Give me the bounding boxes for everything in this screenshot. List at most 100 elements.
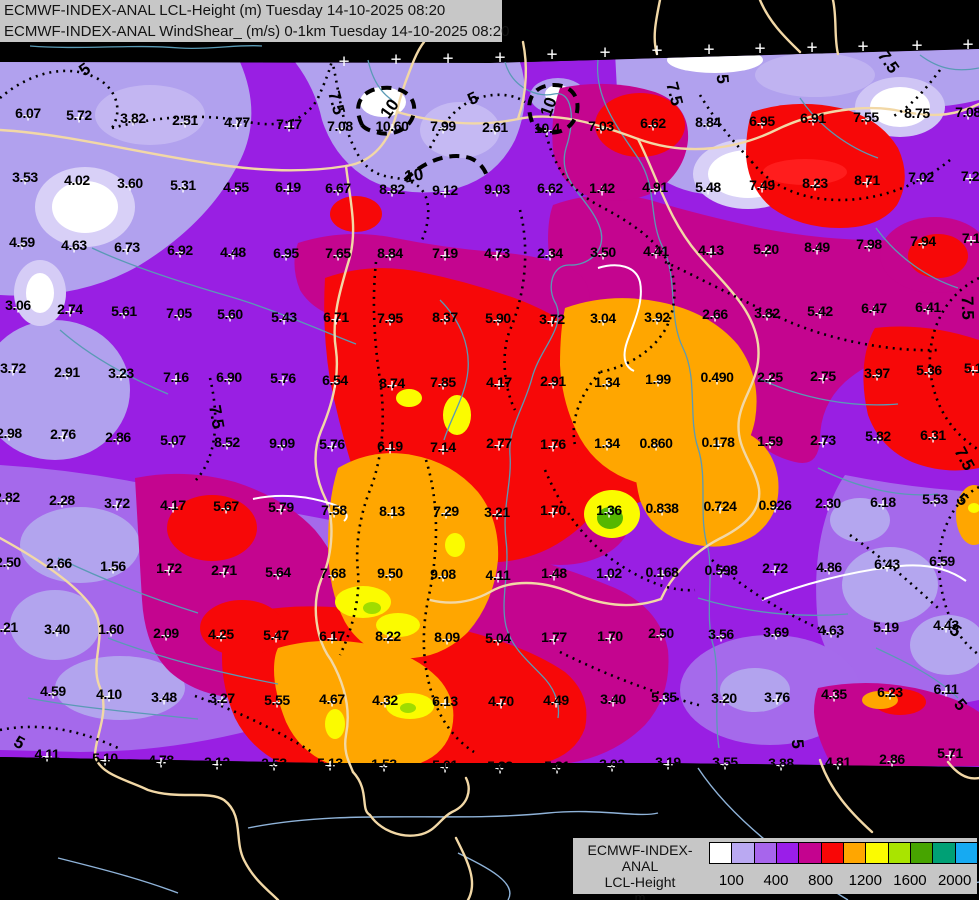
station-value: +6.47: [861, 300, 887, 322]
station-value: +3.20: [711, 690, 737, 712]
station-value: +4.81: [825, 754, 851, 776]
station-value: +0.838: [645, 500, 679, 522]
station-value: +5.1: [963, 360, 979, 382]
station-value: +7.05: [166, 305, 192, 327]
station-value: +5.10: [92, 750, 118, 772]
station-value: +7.02: [908, 169, 934, 191]
station-value: +4.73: [484, 245, 510, 267]
windshear-contour-label: 5: [952, 489, 973, 510]
windshear-contour-label: 5: [464, 87, 482, 110]
weather-map-screen: +6.07 +5.72 +3.82 +2.51 +4.77 +7.17 +7.08 +10.6…: [0, 0, 979, 900]
station-value: +3.19: [655, 754, 681, 776]
legend-swatch: [909, 842, 934, 864]
station-value: +1.70: [540, 502, 566, 524]
station-value: +7.85: [430, 374, 456, 396]
station-value: +6.13: [432, 693, 458, 715]
station-value: +6.71: [323, 309, 349, 331]
station-value: +5.48: [695, 179, 721, 201]
grid-cross-icon: +: [806, 37, 818, 59]
station-value: +5.61: [111, 303, 137, 325]
station-value: +5.01: [432, 757, 458, 779]
legend-tick-label: 400: [763, 872, 789, 889]
station-value: +7.08: [955, 104, 979, 126]
station-value: +7.17: [276, 116, 302, 138]
station-value: +9.12: [432, 182, 458, 204]
grid-cross-icon: +: [599, 42, 611, 64]
windshear-contour-label: 7.5: [950, 443, 979, 474]
station-value: +3.48: [151, 689, 177, 711]
station-value: +2.76: [50, 426, 76, 448]
station-value: +0.178: [701, 434, 735, 456]
station-value: +4.55: [223, 179, 249, 201]
station-value: +5.81: [544, 758, 570, 780]
station-value: +2.77: [486, 435, 512, 457]
station-value: +3.21: [0, 619, 18, 641]
station-value: +2.51: [172, 112, 198, 134]
station-value: +3.23: [108, 365, 134, 387]
station-value: +6.43: [874, 556, 900, 578]
station-value: +8.84: [377, 245, 403, 267]
station-value: +1.60: [98, 621, 124, 643]
station-value: +2.74: [57, 301, 83, 323]
station-value: +3.27: [209, 690, 235, 712]
station-value: +5.83: [487, 758, 513, 780]
station-value: +3.56: [708, 626, 734, 648]
windshear-contour-label: 7.5: [324, 88, 349, 117]
station-value: +8.71: [854, 172, 880, 194]
station-value: +2.09: [153, 625, 179, 647]
station-value: +4.63: [61, 237, 87, 259]
station-value: +5.07: [160, 432, 186, 454]
legend: ECMWF-INDEX-ANAL LCL-Height m 100 400 800 1…: [573, 838, 978, 900]
windshear-contour-label: 7.5: [662, 79, 687, 108]
station-value: +3.60: [117, 175, 143, 197]
station-value: +0.860: [639, 435, 673, 457]
station-value: +6.91: [800, 110, 826, 132]
station-value: +5.47: [263, 627, 289, 649]
grid-cross-icon: +: [546, 44, 558, 66]
station-value: +2.71: [211, 562, 237, 584]
station-value: +2.75: [810, 368, 836, 390]
station-value: +3.72: [104, 495, 130, 517]
station-value: +4.11: [485, 567, 511, 589]
legend-tick-label: 800: [808, 872, 834, 889]
station-value: +5.20: [753, 241, 779, 263]
station-value: +4.25: [208, 626, 234, 648]
station-value: +2.91: [54, 364, 80, 386]
station-value: +7.49: [749, 177, 775, 199]
station-value: +4.77: [224, 114, 250, 136]
station-value: +6.41: [915, 299, 941, 321]
station-value: +0.724: [703, 498, 737, 520]
station-value: +3.50: [590, 244, 616, 266]
station-value: +2.53: [261, 755, 287, 777]
station-value: +6.18: [870, 494, 896, 516]
station-value: +2.50: [0, 554, 21, 576]
station-value: +9.08: [430, 566, 456, 588]
station-value: +5.67: [213, 498, 239, 520]
station-value: +7.29: [433, 503, 459, 525]
station-value: +4.91: [642, 179, 668, 201]
station-value: +7.65: [325, 245, 351, 267]
legend-tick-label: 100: [718, 872, 744, 889]
legend-swatch: [709, 842, 733, 864]
grid-cross-icon: +: [442, 48, 454, 70]
station-value: +2.66: [46, 555, 72, 577]
station-value: +7.1: [961, 230, 979, 252]
station-value: +3.40: [44, 621, 70, 643]
station-value: +5.82: [865, 428, 891, 450]
station-value: +3.72: [0, 360, 26, 382]
station-value: +0.168: [645, 564, 679, 586]
station-value: +10.4: [534, 120, 560, 142]
station-value: +6.19: [377, 438, 403, 460]
station-value: +5.53: [922, 491, 948, 513]
header: ECMWF-INDEX-ANAL LCL-Height (m) Tuesday …: [0, 0, 509, 42]
station-value: +3.21: [484, 504, 510, 526]
station-value: +6.62: [640, 115, 666, 137]
legend-swatch: [954, 842, 978, 864]
station-value: +4.49: [543, 692, 569, 714]
legend-swatch: [865, 842, 889, 864]
windshear-contour-label: 7.5: [957, 295, 978, 321]
windshear-contour-label: 5: [950, 694, 971, 715]
station-value: +7.68: [320, 565, 346, 587]
station-value: +2.28: [49, 492, 75, 514]
station-value: +5.76: [319, 436, 345, 458]
